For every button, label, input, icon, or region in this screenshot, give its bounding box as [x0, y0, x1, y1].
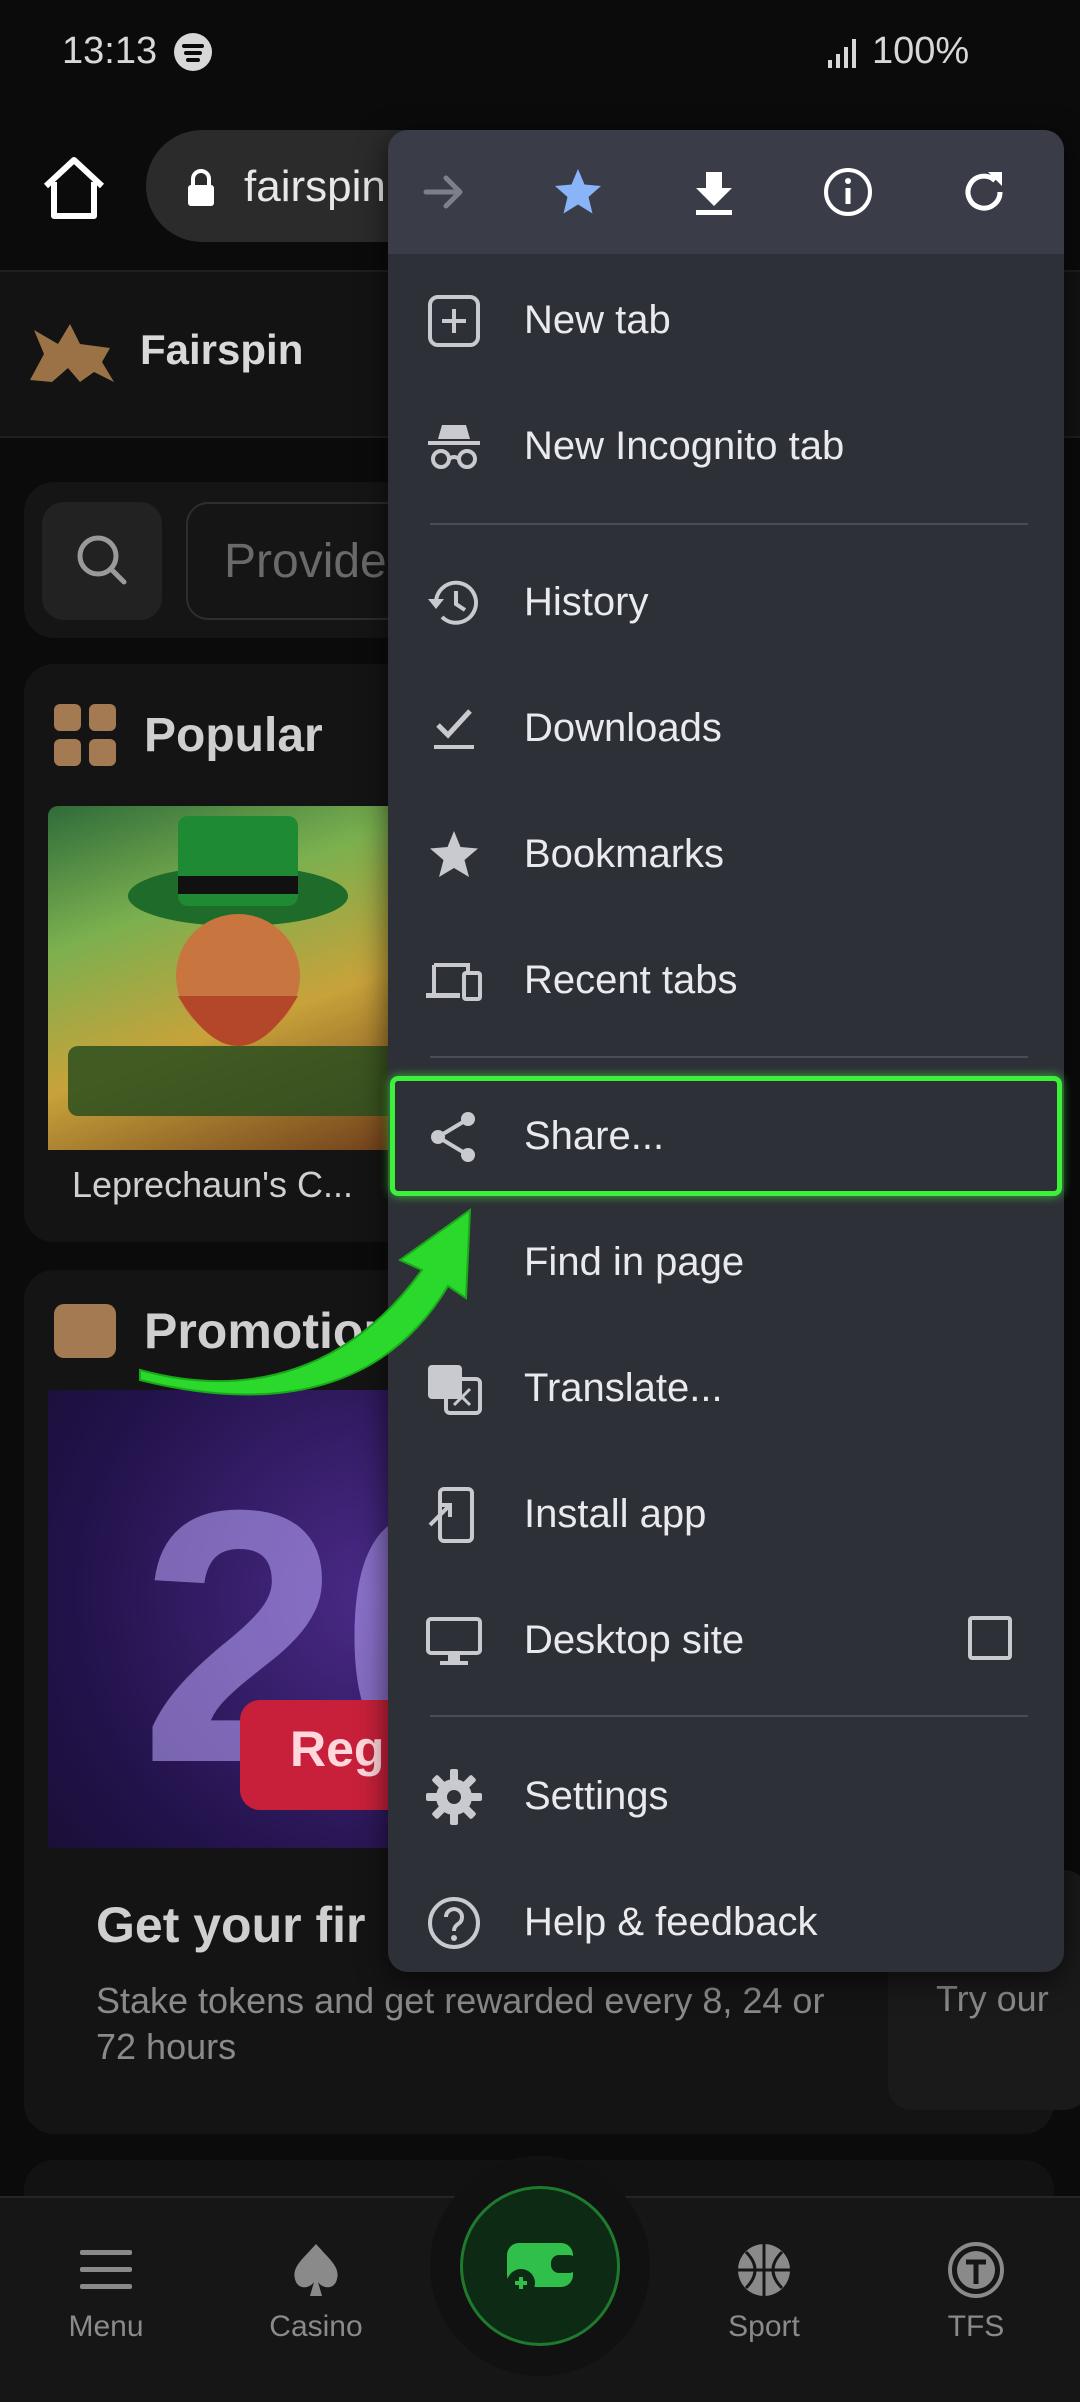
- grid-icon: [54, 704, 116, 766]
- popular-title: Popular: [144, 709, 323, 762]
- hamburger-icon: [80, 2250, 132, 2289]
- star-filled-icon: [555, 169, 601, 214]
- new-tab-icon: [428, 295, 480, 347]
- search-button[interactable]: [42, 502, 162, 620]
- menu-item-install-app[interactable]: Install app: [388, 1452, 1064, 1578]
- search-icon: [77, 535, 127, 585]
- page-info-button[interactable]: [812, 156, 884, 228]
- basketball-icon: [738, 2244, 790, 2296]
- battery-level: 100%: [872, 30, 970, 72]
- menu-item-help-feedback[interactable]: Help & feedback: [388, 1860, 1064, 1972]
- wallet-button[interactable]: [460, 2186, 620, 2346]
- menu-item-history[interactable]: History: [388, 540, 1064, 666]
- menu-item-new-incognito-tab[interactable]: New Incognito tab: [388, 384, 1064, 510]
- downloads-check-icon: [434, 709, 474, 749]
- menu-item-new-tab[interactable]: New tab: [388, 258, 1064, 384]
- fairspin-logo: [30, 324, 114, 382]
- spade-icon: [294, 2244, 338, 2296]
- menu-item-settings[interactable]: Settings: [388, 1734, 1064, 1860]
- menu-label: New tab: [524, 298, 671, 342]
- forward-arrow-icon: [423, 175, 463, 209]
- menu-divider: [430, 1056, 1028, 1058]
- promotion-icon: [54, 1304, 116, 1358]
- menu-divider: [430, 523, 1028, 525]
- forward-button[interactable]: [408, 156, 480, 228]
- menu-label: Find in page: [524, 1240, 745, 1284]
- menu-item-bookmarks[interactable]: Bookmarks: [388, 792, 1064, 918]
- menu-label: History: [524, 580, 649, 624]
- signal-icon: [828, 39, 856, 68]
- menu-label: Settings: [524, 1774, 669, 1818]
- menu-label: Desktop site: [524, 1618, 745, 1662]
- game-thumbnail[interactable]: [48, 806, 428, 1150]
- menu-label: Translate...: [524, 1366, 723, 1410]
- brand-name: Fairspin: [140, 326, 304, 373]
- share-highlight-box: [390, 1076, 1062, 1196]
- bookmark-star-button[interactable]: [542, 156, 614, 228]
- devices-icon: [426, 963, 482, 1001]
- desktop-icon: [426, 1617, 482, 1665]
- next-promo-text: Try our: [936, 1978, 1049, 2019]
- home-icon[interactable]: [38, 152, 110, 224]
- nav-label-sport: Sport: [728, 2310, 800, 2343]
- menu-label: Help & feedback: [524, 1900, 818, 1944]
- menu-item-desktop-site[interactable]: Desktop site: [388, 1578, 1064, 1704]
- menu-label: Downloads: [524, 706, 722, 750]
- gear-icon: [426, 1769, 482, 1825]
- leprechaun-artwork: [68, 816, 408, 1116]
- promo-description: Stake tokens and get rewarded every 8, 2…: [96, 1980, 825, 2067]
- download-page-button[interactable]: [678, 156, 750, 228]
- annotation-arrow: [139, 1207, 472, 1396]
- nav-label-tfs: TFS: [947, 2310, 1005, 2343]
- nav-label-casino: Casino: [269, 2310, 363, 2343]
- status-time: 13:13: [62, 30, 158, 72]
- menu-action-bar: [388, 130, 1064, 254]
- menu-item-recent-tabs[interactable]: Recent tabs: [388, 918, 1064, 1044]
- menu-label: Install app: [524, 1492, 707, 1536]
- nav-sport[interactable]: Sport: [684, 2240, 844, 2344]
- help-icon: [428, 1897, 480, 1949]
- lock-icon[interactable]: [186, 168, 216, 208]
- history-icon: [428, 580, 478, 625]
- browser-menu: New tab New Incognito tab History Downlo…: [388, 130, 1064, 1972]
- wallet-icon: [507, 2243, 577, 2297]
- reload-button[interactable]: [948, 156, 1020, 228]
- menu-label: Recent tabs: [524, 958, 738, 1002]
- nav-tfs[interactable]: TFS: [896, 2240, 1056, 2344]
- nav-casino[interactable]: Casino: [236, 2240, 396, 2344]
- menu-item-downloads[interactable]: Downloads: [388, 666, 1064, 792]
- menu-label: Bookmarks: [524, 832, 725, 876]
- install-app-icon: [428, 1487, 474, 1543]
- info-icon: [824, 168, 872, 216]
- menu-divider: [430, 1715, 1028, 1717]
- menu-label: New Incognito tab: [524, 424, 845, 468]
- promo-heading: Get your fir: [96, 1897, 366, 1953]
- spotify-icon: [174, 33, 212, 71]
- nav-menu[interactable]: Menu: [26, 2240, 186, 2344]
- tfs-token-icon: [948, 2242, 1004, 2298]
- desktop-site-checkbox[interactable]: [968, 1616, 1012, 1660]
- download-icon: [696, 172, 732, 215]
- register-button-label: Regi: [290, 1721, 399, 1777]
- reload-icon: [965, 172, 1003, 211]
- provider-placeholder: Provide: [224, 535, 387, 588]
- incognito-icon: [428, 425, 480, 469]
- nav-label-menu: Menu: [68, 2310, 144, 2343]
- bookmarks-star-icon: [430, 831, 478, 877]
- url-text[interactable]: fairspin: [244, 162, 386, 212]
